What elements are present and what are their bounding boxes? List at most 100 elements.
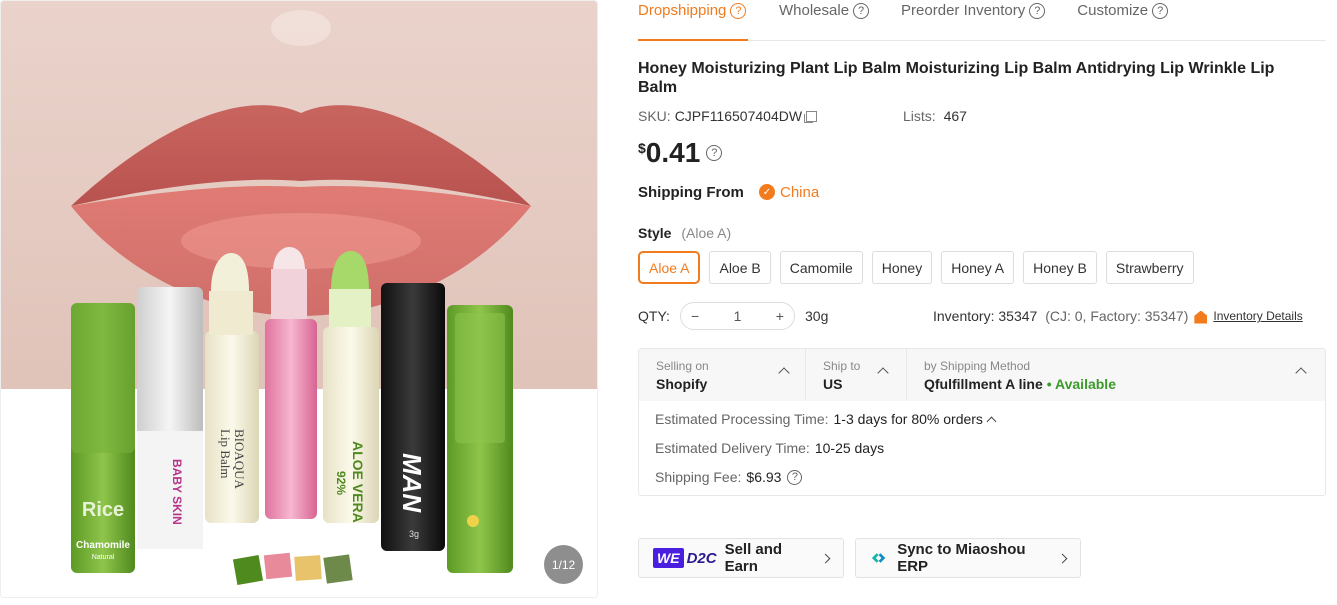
svg-text:Natural: Natural: [92, 554, 115, 561]
variant-option[interactable]: Aloe B: [709, 251, 771, 284]
variant-option[interactable]: Honey A: [941, 251, 1015, 284]
style-label: Style: [638, 225, 672, 241]
decrement-button[interactable]: −: [691, 308, 699, 324]
miaoshou-logo-icon: [871, 553, 886, 563]
help-icon[interactable]: ?: [853, 3, 870, 19]
variant-option[interactable]: Honey: [871, 251, 933, 284]
inventory-breakdown: (CJ: 0, Factory: 35347): [1045, 308, 1189, 324]
svg-text:MAN: MAN: [397, 453, 427, 513]
help-icon[interactable]: ?: [730, 3, 747, 19]
price-value: 0.41: [645, 137, 701, 168]
variant-option[interactable]: Honey B: [1023, 251, 1097, 284]
svg-text:92%: 92%: [334, 471, 348, 495]
lists-block: Lists: 467: [903, 108, 967, 124]
chevron-right-icon: [820, 553, 831, 563]
tab-dropshipping[interactable]: Dropshipping ?: [638, 0, 748, 41]
tab-preorder-inventory[interactable]: Preorder Inventory ?: [901, 0, 1046, 40]
shipping-from-row: Shipping From ✓ China: [638, 182, 1326, 202]
shipping-method-name: Qfulfillment A line: [924, 376, 1043, 392]
shipping-from-country[interactable]: China: [780, 184, 819, 201]
help-icon[interactable]: ?: [1029, 3, 1046, 19]
purchase-mode-tabs: Dropshipping ? Wholesale ? Preorder Inve…: [638, 0, 1326, 41]
svg-text:Lip Balm: Lip Balm: [218, 429, 233, 478]
tab-label: Dropshipping: [638, 2, 727, 19]
sku-value: CJPF116507404DW: [674, 108, 803, 124]
product-meta: SKU: CJPF116507404DW Lists: 467: [638, 107, 1326, 125]
quantity-input[interactable]: 1: [734, 308, 742, 324]
selling-on-value: Shopify: [656, 376, 708, 392]
increment-button[interactable]: +: [776, 308, 784, 324]
processing-time-row: Estimated Processing Time: 1-3 days for …: [655, 409, 1325, 429]
shipping-selectors: Selling on Shopify Ship to US by Shippin…: [639, 349, 1325, 401]
product-info-panel: Dropshipping ? Wholesale ? Preorder Inve…: [638, 0, 1326, 496]
sell-and-earn-label: Sell and Earn: [724, 541, 783, 575]
inventory-details-link[interactable]: Inventory Details: [1213, 309, 1302, 323]
shipping-method-value: Qfulfillment A line • Available: [924, 376, 1325, 392]
tab-wholesale[interactable]: Wholesale ?: [779, 0, 870, 40]
shipping-method-label: by Shipping Method: [924, 359, 1031, 373]
sku-label: SKU:: [638, 108, 671, 124]
delivery-time-row: Estimated Delivery Time: 10-25 days: [655, 438, 1325, 458]
style-row: Style (Aloe A): [638, 225, 1326, 243]
tab-customize[interactable]: Customize ?: [1077, 0, 1169, 40]
action-buttons: WE D2C Sell and Earn Sync to Miaoshou ER…: [638, 538, 1081, 578]
variant-option[interactable]: Strawberry: [1105, 251, 1194, 284]
shipping-estimates: Estimated Processing Time: 1-3 days for …: [639, 401, 1325, 495]
style-options: Aloe A Aloe B Camomile Honey Honey A Hon…: [638, 251, 1326, 285]
sync-erp-label: Sync to Miaoshou ERP: [897, 541, 1026, 575]
image-counter: 1/12: [544, 545, 583, 584]
ship-to-selector[interactable]: Ship to US: [806, 349, 907, 401]
delivery-label: Estimated Delivery Time:: [655, 440, 810, 456]
d2c-logo-text: D2C: [686, 549, 717, 567]
product-title: Honey Moisturizing Plant Lip Balm Moistu…: [638, 60, 1275, 96]
tab-label: Wholesale: [779, 2, 850, 19]
inventory-label: Inventory:: [933, 308, 995, 324]
delivery-value: 10-25 days: [814, 440, 885, 456]
svg-text:Rice: Rice: [82, 499, 124, 521]
product-main-image: Rice Chamomile Natural BABY SKIN BIOAQUA…: [1, 1, 597, 597]
help-icon[interactable]: ?: [1152, 3, 1169, 19]
sync-erp-button[interactable]: Sync to Miaoshou ERP: [855, 538, 1081, 578]
processing-value: 1-3 days for 80% orders: [833, 411, 983, 427]
svg-text:BIOAQUA: BIOAQUA: [232, 429, 247, 490]
processing-label: Estimated Processing Time:: [655, 411, 829, 427]
qty-label: QTY:: [638, 308, 670, 324]
copy-icon[interactable]: [804, 110, 818, 123]
shipping-method-selector[interactable]: by Shipping Method Qfulfillment A line • …: [907, 349, 1325, 401]
sku-block: SKU: CJPF116507404DW: [638, 108, 903, 124]
product-weight: 30g: [805, 308, 829, 324]
availability-status: • Available: [1046, 376, 1116, 392]
variant-option[interactable]: Aloe A: [638, 251, 701, 284]
ship-to-label: Ship to: [823, 359, 861, 373]
chevron-right-icon: [1057, 553, 1068, 563]
inventory-value: 35347: [998, 308, 1038, 324]
fee-value: $6.93: [746, 469, 782, 485]
selling-on-selector[interactable]: Selling on Shopify: [639, 349, 806, 401]
shipping-fee-row: Shipping Fee: $6.93 ?: [655, 467, 1325, 487]
chevron-up-icon[interactable]: [986, 416, 997, 426]
fee-help-icon[interactable]: ?: [787, 469, 803, 485]
sell-and-earn-button[interactable]: WE D2C Sell and Earn: [638, 538, 844, 578]
svg-text:ALOE VERA: ALOE VERA: [350, 441, 366, 523]
svg-text:BABY SKIN: BABY SKIN: [170, 459, 184, 525]
variant-option[interactable]: Camomile: [779, 251, 863, 284]
quantity-row: QTY: − 1 + 30g Inventory: 35347 (CJ: 0, …: [638, 302, 1326, 330]
svg-text:3g: 3g: [409, 529, 419, 539]
lists-value: 467: [943, 108, 967, 124]
price-help-icon[interactable]: ?: [706, 145, 723, 161]
ship-to-value: US: [823, 376, 843, 392]
currency-symbol: $: [638, 140, 646, 156]
quantity-stepper: − 1 +: [680, 302, 795, 330]
check-circle-icon: ✓: [759, 184, 775, 200]
tab-label: Preorder Inventory: [901, 2, 1026, 19]
shipping-from-label: Shipping From: [638, 183, 744, 201]
we-d2c-logo: WE D2C: [653, 548, 717, 568]
svg-text:Chamomile: Chamomile: [76, 540, 130, 551]
fee-label: Shipping Fee:: [655, 469, 742, 485]
price-block: $ 0.41 ?: [638, 137, 1326, 171]
style-selected: (Aloe A): [681, 225, 732, 241]
product-image-gallery[interactable]: Rice Chamomile Natural BABY SKIN BIOAQUA…: [0, 0, 598, 598]
lists-label: Lists:: [903, 108, 936, 124]
shipping-box: Selling on Shopify Ship to US by Shippin…: [638, 348, 1326, 496]
tab-label: Customize: [1077, 2, 1149, 19]
